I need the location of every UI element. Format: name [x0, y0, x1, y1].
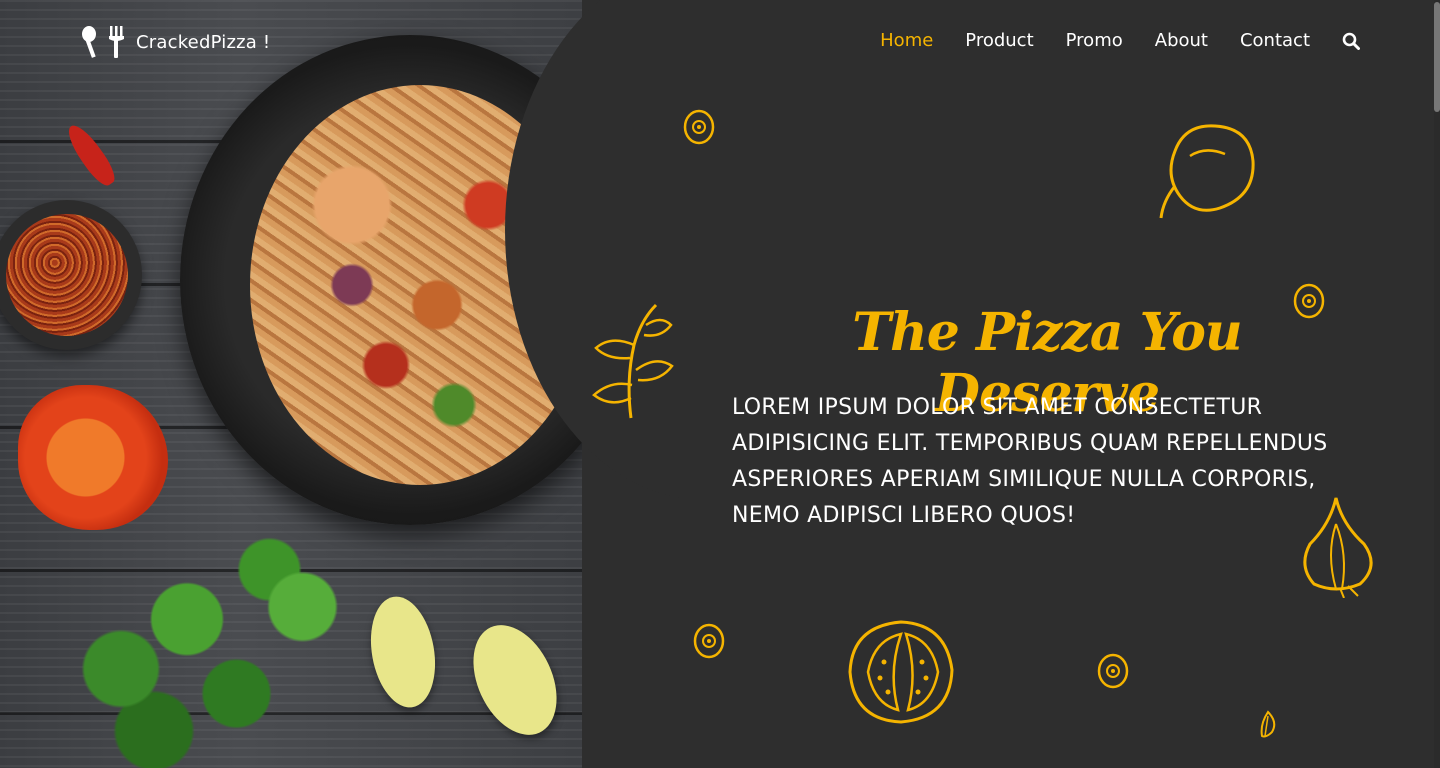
nav-item-home[interactable]: Home: [880, 30, 933, 51]
seed-doodle-icon: [1260, 710, 1276, 738]
scrollbar[interactable]: [1434, 0, 1440, 768]
brand-logo[interactable]: CrackedPizza !: [80, 24, 270, 60]
red-chili: [61, 120, 121, 190]
nav-item-product[interactable]: Product: [965, 30, 1033, 51]
tomato-slice-doodle-icon: [693, 623, 725, 659]
utensils-icon: [82, 26, 124, 58]
nav-item-promo[interactable]: Promo: [1066, 30, 1123, 51]
search-icon[interactable]: [1342, 32, 1360, 50]
tomato-half-doodle-icon: [848, 620, 954, 724]
nav-item-contact[interactable]: Contact: [1240, 30, 1310, 51]
parsley-doodle-icon: [592, 303, 674, 419]
main-nav: Home Product Promo About Contact: [880, 30, 1360, 51]
tomato-slice-doodle-icon: [1097, 653, 1129, 689]
parsley-bunch: [55, 520, 385, 768]
brand-name: CrackedPizza !: [136, 31, 271, 53]
bell-pepper-doodle-icon: [1159, 124, 1255, 219]
hero-text: LOREM IPSUM DOLOR SIT AMET CONSECTETUR A…: [732, 395, 1328, 528]
hero-food-photo: [0, 0, 600, 768]
tomato-slice-doodle-icon: [1293, 283, 1325, 319]
scrollbar-thumb[interactable]: [1434, 2, 1440, 112]
nav-item-about[interactable]: About: [1155, 30, 1208, 51]
bell-pepper: [18, 385, 168, 530]
chili-flakes-bowl: [0, 200, 142, 350]
lime-slice: [456, 611, 574, 749]
tomato-slice-doodle-icon: [683, 109, 715, 145]
garlic-doodle-icon: [1303, 497, 1373, 598]
